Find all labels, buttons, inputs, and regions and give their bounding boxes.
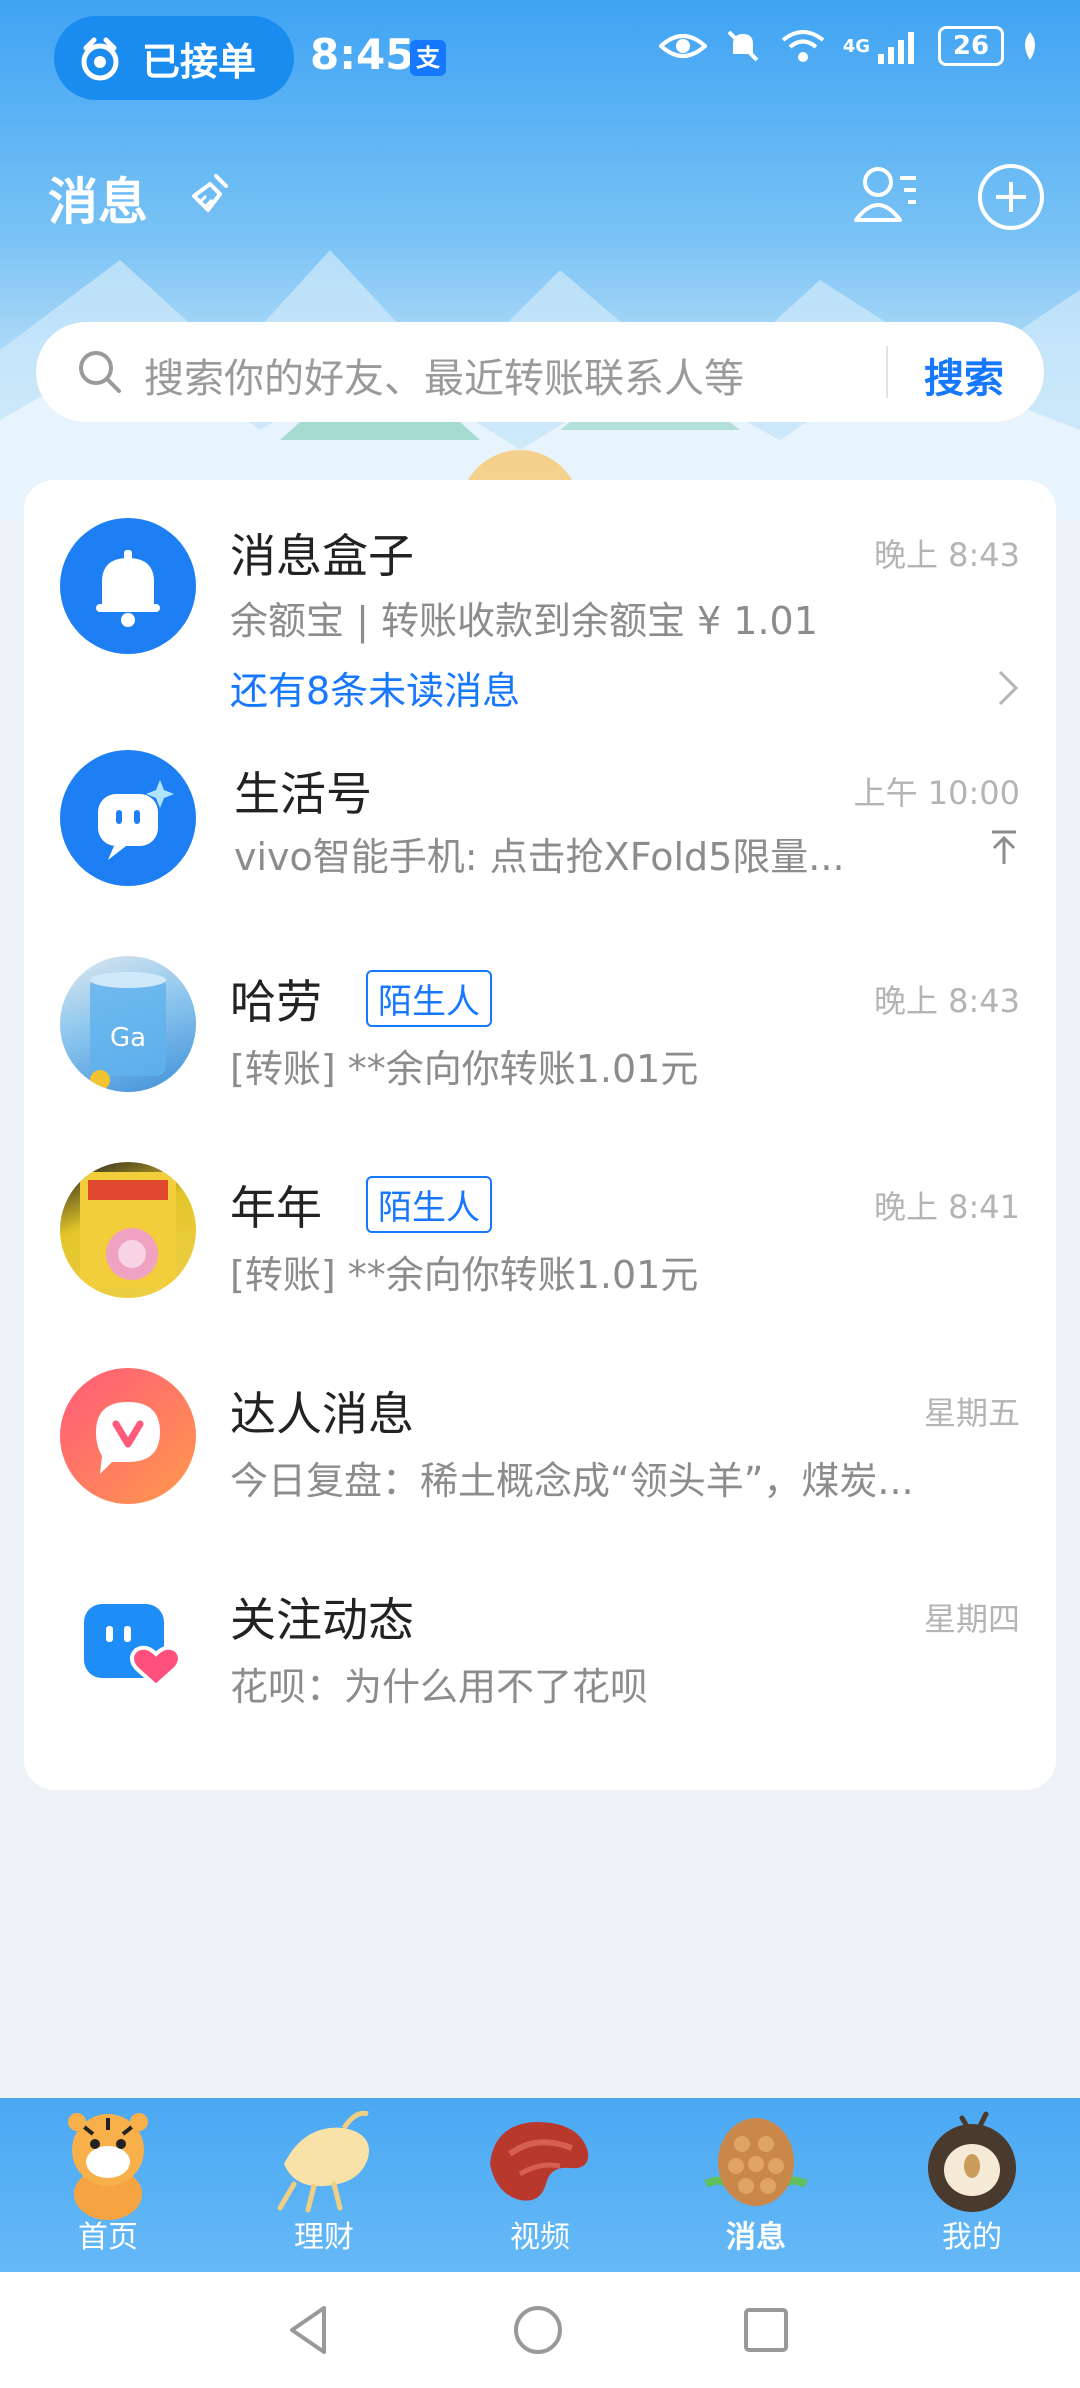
v-chat-icon [60,1368,196,1504]
item-time: 星期四 [923,1600,1020,1638]
page-title: 消息 [48,173,148,231]
fruit-icon [928,2111,1016,2212]
stranger-tag: 陌生人 [366,1176,492,1233]
add-icon[interactable] [976,162,1046,232]
item-preview: 今日复盘：稀土概念成“领头羊”，煤炭... [230,1459,914,1503]
photo-avatar [60,1162,196,1298]
item-preview: 花呗：为什么用不了花呗 [230,1665,649,1709]
bell-icon [60,518,196,654]
tab-wealth[interactable]: 理财 [216,2098,432,2272]
system-indicators: 4G 26 [658,26,1040,66]
tab-label: 消息 [726,2220,786,2255]
unread-count-link[interactable]: 还有8条未读消息 [230,660,520,715]
mute-bell-icon [727,30,759,62]
item-name: 年年 [230,1181,322,1235]
tab-label: 首页 [78,2220,138,2255]
list-item-expert-messages[interactable]: 达人消息 星期五 今日复盘：稀土概念成“领头羊”，煤炭... [24,1338,1056,1544]
system-navigation-bar [0,2272,1080,2388]
contacts-icon[interactable] [850,160,922,232]
list-item-follow-updates[interactable]: 关注动态 星期四 花呗：为什么用不了花呗 [24,1544,1056,1750]
list-item-message-box[interactable]: 消息盒子 晚上 8:43 余额宝 | 转账收款到余额宝 ¥ 1.01 还有8条未… [24,480,1056,720]
tab-video[interactable]: 视频 [432,2098,648,2272]
item-name: 生活号 [234,767,372,821]
wifi-icon [781,30,824,62]
back-icon[interactable] [282,2302,338,2358]
tab-label: 视频 [510,2220,570,2255]
item-time: 星期五 [923,1394,1020,1432]
status-bar: 已接单 8:45 支 4G 26 [0,0,1080,118]
item-name: 达人消息 [230,1387,414,1441]
item-name: 消息盒子 [230,529,414,583]
list-item-contact[interactable]: Ga 哈劳 陌生人 晚上 8:43 [转账] **余向你转账1.01元 [24,926,1056,1132]
list-item-life-account[interactable]: 生活号 上午 10:00 vivo智能手机: 点击抢XFold5限量... [24,720,1056,926]
tab-messages[interactable]: 消息 [648,2098,864,2272]
life-account-icon [60,750,196,886]
item-name: 关注动态 [230,1593,414,1647]
mushroom-icon [490,2122,589,2201]
eye-icon [658,34,707,58]
tiger-icon [68,2113,148,2220]
item-name: 哈劳 [230,975,322,1029]
search-icon [79,351,121,393]
follow-heart-icon [60,1574,196,1710]
stranger-tag: 陌生人 [366,970,492,1027]
clock: 8:45 [310,30,415,79]
title-row: 消息 [0,150,1080,240]
order-status-pill[interactable]: 已接单 [54,16,294,100]
search-bar[interactable]: 搜索你的好友、最近转账联系人等 搜索 [36,322,1044,422]
broom-icon[interactable] [186,172,232,218]
bottom-tab-bar: 首页 理财 视频 消息 我的 [0,2098,1080,2272]
list-item-contact[interactable]: 年年 陌生人 晚上 8:41 [转账] **余向你转账1.01元 [24,1132,1056,1338]
tab-label: 我的 [942,2220,1002,2255]
battery-indicator: 26 [938,26,1004,66]
search-button[interactable]: 搜索 [924,346,1004,404]
photo-avatar: Ga [60,956,196,1092]
search-divider [886,346,888,398]
ginseng-icon [277,2110,369,2213]
item-time: 上午 10:00 [853,774,1020,812]
network-type: 4G [842,35,870,57]
tab-profile[interactable]: 我的 [864,2098,1080,2272]
pinecone-icon [704,2118,808,2206]
alipay-badge-icon: 支 [410,40,446,76]
item-preview: 余额宝 | 转账收款到余额宝 ¥ 1.01 [230,599,818,643]
leaf-icon [1025,32,1035,60]
courier-icon [81,37,119,81]
svg-text:Ga: Ga [110,1023,146,1053]
chevron-right-icon[interactable] [996,668,1020,708]
message-list: 消息盒子 晚上 8:43 余额宝 | 转账收款到余额宝 ¥ 1.01 还有8条未… [24,480,1056,1790]
recents-square-icon[interactable] [738,2302,794,2358]
tab-home[interactable]: 首页 [0,2098,216,2272]
item-preview: [转账] **余向你转账1.01元 [230,1253,699,1297]
tab-label: 理财 [294,2220,354,2255]
signal-icon [878,32,914,64]
pin-top-icon[interactable] [988,828,1020,868]
search-placeholder[interactable]: 搜索你的好友、最近转账联系人等 [144,346,744,404]
item-preview: vivo智能手机: 点击抢XFold5限量... [234,835,845,879]
item-time: 晚上 8:43 [873,536,1020,574]
home-circle-icon[interactable] [510,2302,566,2358]
item-time: 晚上 8:41 [873,1188,1020,1226]
item-preview: [转账] **余向你转账1.01元 [230,1047,699,1091]
item-time: 晚上 8:43 [873,982,1020,1020]
pill-label: 已接单 [142,39,257,84]
